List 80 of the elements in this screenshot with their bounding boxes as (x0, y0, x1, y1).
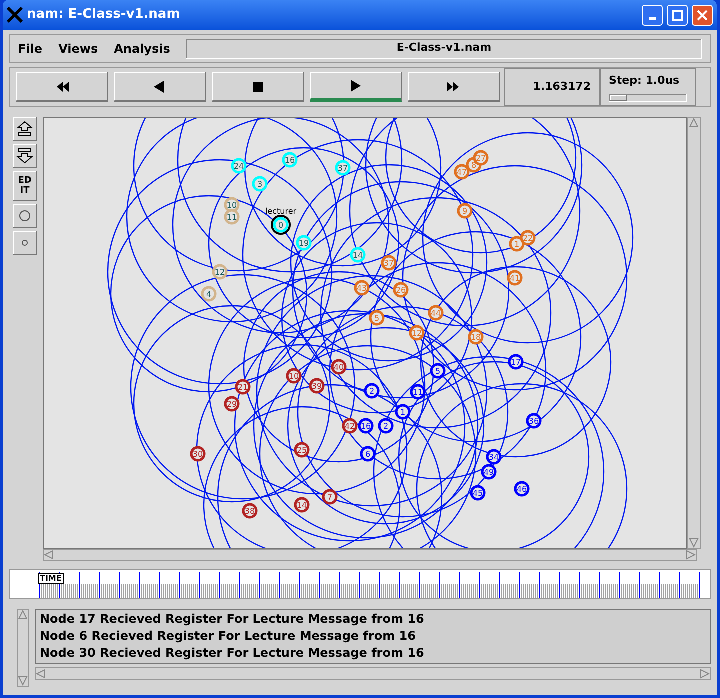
file-name-field: E-Class-v1.nam (186, 38, 702, 58)
step-slider[interactable] (609, 94, 687, 102)
menu-item[interactable]: File (18, 40, 43, 58)
play-button[interactable] (310, 72, 402, 102)
network-node[interactable]: 10 (286, 368, 302, 384)
window-title: nam: E-Class-v1.nam (27, 6, 180, 24)
network-node[interactable]: 11 (410, 384, 426, 400)
minimize-button[interactable] (642, 4, 663, 26)
back-button[interactable] (114, 72, 206, 102)
network-node[interactable]: 2 (378, 418, 394, 434)
zoom-out-icon (16, 147, 34, 165)
close-button[interactable] (692, 4, 713, 26)
network-node[interactable]: 34 (486, 449, 502, 465)
network-node[interactable]: 38 (242, 503, 258, 519)
zoom-in-icon (16, 120, 34, 138)
network-node[interactable]: 7 (322, 489, 338, 505)
scroll-down-icon[interactable] (689, 538, 699, 548)
network-node[interactable]: 16 (282, 152, 298, 168)
scroll-left-icon[interactable] (36, 668, 46, 678)
network-node[interactable]: 49 (481, 464, 497, 480)
network-node[interactable]: 40 (331, 359, 347, 375)
network-node[interactable]: 21 (235, 379, 251, 395)
scroll-left-icon[interactable] (44, 550, 54, 560)
zoom-in-button[interactable] (13, 117, 37, 141)
node-tag: lecturer (265, 207, 297, 216)
network-node[interactable]: 3 (252, 176, 268, 192)
network-node[interactable]: 46 (514, 481, 530, 497)
network-node[interactable]: 37 (335, 160, 351, 176)
scroll-up-icon[interactable] (689, 118, 699, 128)
menu-item[interactable]: Views (58, 40, 98, 58)
scroll-right-icon[interactable] (700, 668, 710, 678)
edit-button[interactable]: EDIT (13, 171, 37, 201)
x-logo-icon (7, 7, 23, 23)
node-tool-button[interactable] (13, 204, 37, 228)
network-node[interactable]: 24 (231, 158, 247, 174)
network-node[interactable]: 12 (212, 264, 228, 280)
log-line: Node 6 Recieved Register For Lecture Message from 16 (40, 628, 417, 645)
scroll-down-icon[interactable] (18, 676, 28, 686)
network-node[interactable]: 11 (224, 209, 240, 225)
menu-item[interactable]: Analysis (114, 40, 170, 58)
network-node[interactable]: 39 (309, 378, 325, 394)
network-node[interactable]: 0 (271, 215, 291, 235)
step-label: Step: 1.0us (609, 73, 681, 89)
network-node[interactable]: 19 (296, 235, 312, 251)
network-node[interactable]: 2 (364, 383, 380, 399)
network-node[interactable]: 4 (201, 286, 217, 302)
network-node[interactable]: 29 (224, 396, 240, 412)
network-node[interactable]: 30 (190, 446, 206, 462)
minimize-icon (649, 16, 656, 20)
network-node[interactable]: 6 (360, 446, 376, 462)
network-node[interactable]: 45 (470, 485, 486, 501)
network-node[interactable]: 1 (395, 404, 411, 420)
log-horizontal-scrollbar[interactable] (35, 667, 711, 680)
network-node[interactable]: 36 (526, 413, 542, 429)
log-scrollbar[interactable] (17, 609, 29, 687)
network-node[interactable]: 14 (294, 497, 310, 513)
zoom-out-button[interactable] (13, 144, 37, 168)
network-node[interactable]: 25 (294, 442, 310, 458)
horizontal-scrollbar[interactable] (43, 549, 697, 561)
close-icon (697, 10, 708, 20)
network-node[interactable]: 16 (358, 418, 374, 434)
stop-button[interactable] (212, 72, 304, 102)
time-marker[interactable]: TIME (38, 573, 64, 584)
circle-icon (18, 209, 32, 223)
point-tool-button[interactable] (13, 231, 37, 255)
scroll-right-icon[interactable] (686, 550, 696, 560)
network-node[interactable]: 42 (342, 418, 358, 434)
maximize-icon (672, 10, 683, 20)
network-node[interactable]: 5 (430, 363, 446, 379)
time-display: 1.163172 (504, 68, 600, 106)
maximize-button[interactable] (667, 4, 688, 26)
forward-button[interactable] (408, 72, 500, 102)
rewind-button[interactable] (16, 72, 108, 102)
network-node[interactable]: 14 (350, 247, 366, 263)
log-line: Node 17 Recieved Register For Lecture Message from 16 (40, 611, 426, 628)
network-node[interactable]: 17 (508, 354, 524, 370)
network-node[interactable]: 10 (224, 197, 240, 213)
vertical-scrollbar[interactable] (687, 117, 701, 549)
scroll-up-icon[interactable] (18, 610, 28, 620)
log-line: Node 30 Recieved Register For Lecture Message from 16 (40, 645, 426, 662)
